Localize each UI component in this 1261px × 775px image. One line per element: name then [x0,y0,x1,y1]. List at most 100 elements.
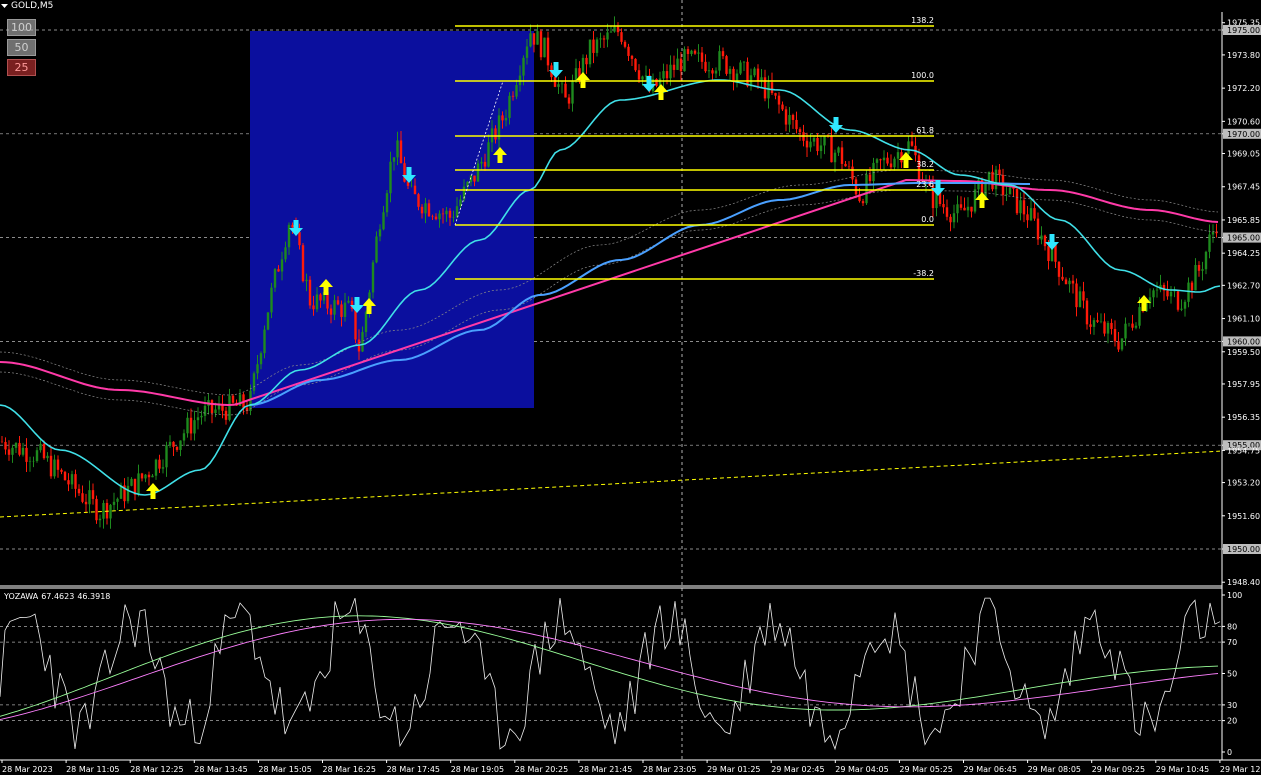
price-label-text: 1972.20 [1227,84,1260,93]
time-label: 28 Mar 23:05 [642,760,696,774]
price-label: 1956.35 [1222,413,1260,422]
oscillator-value-2: 46.3918 [77,592,111,601]
price-label: 1962.70 [1222,281,1260,290]
fib-level: 138.2 [455,16,934,27]
price-bars [0,16,1218,529]
time-label: 28 Mar 20:25 [514,760,568,774]
envelope-lower-line [0,189,1219,416]
time-label-text: 29 Mar 08:05 [1028,765,1081,774]
price-label: 1951.60 [1222,512,1260,521]
time-label: 28 Mar 17:45 [386,760,440,774]
time-label-text: 29 Mar 01:25 [707,765,760,774]
time-label-text: 28 Mar 19:05 [451,765,504,774]
price-label-text: 1948.40 [1227,578,1260,587]
fib-level-label: 61.8 [916,126,934,135]
price-label-text: 1967.45 [1227,183,1260,192]
time-label: 29 Mar 06:45 [963,760,1017,774]
price-label: 1972.20 [1222,84,1260,93]
buy-arrow-icon [576,72,590,88]
fib-level-label: 138.2 [911,16,934,25]
time-label: 29 Mar 08:05 [1027,760,1081,774]
price-label: 1961.10 [1222,315,1260,324]
price-label: 1957.95 [1222,380,1260,389]
fib-level-label: -38.2 [913,269,934,278]
fib-level-label: 38.2 [916,160,934,169]
price-label: 1950.00 [1222,544,1261,554]
time-label: 28 Mar 19:05 [450,760,504,774]
price-label-text: 1970.00 [1227,130,1260,139]
oscillator-fast-line [0,597,1221,751]
sell-arrow-icon [1045,234,1059,250]
price-label: 1954.75 [1222,446,1260,455]
price-label-text: 1960.00 [1227,337,1260,346]
time-label-text: 28 Mar 20:25 [515,765,568,774]
time-label: 28 Mar 12:25 [129,760,184,774]
oscillator-level-label: 70 [1222,638,1237,647]
time-label-text: 29 Mar 04:05 [835,765,888,774]
oscillator-level-text: 0 [1227,748,1232,757]
buy-arrow-icon [146,483,160,499]
time-label-text: 29 Mar 06:45 [964,765,1017,774]
price-label-text: 1973.80 [1227,51,1260,60]
oscillator-level-text: 100 [1227,591,1242,600]
price-label: 1953.20 [1222,479,1260,488]
buy-arrow-icon [975,192,989,208]
price-label-text: 1959.50 [1227,348,1260,357]
price-label: 1970.00 [1222,128,1261,139]
price-label-text: 1964.25 [1227,249,1260,258]
time-label-text: 28 Mar 16:25 [323,765,376,774]
price-label: 1967.45 [1222,183,1260,192]
chart-canvas[interactable]: 138.2100.061.838.223.60.0-38.21975.35197… [0,0,1261,775]
oscillator-value-1: 67.4623 [41,592,75,601]
price-label: 1960.00 [1222,336,1261,347]
time-label: 29 Mar 02:45 [770,760,825,774]
oscillator-level-label: 20 [1222,717,1237,726]
oscillator-level-text: 70 [1227,638,1237,647]
price-label: 1959.50 [1222,348,1260,357]
price-label: 1965.85 [1222,216,1260,225]
fib-level-label: 23.6 [916,180,934,189]
oscillator-level-label: 80 [1222,622,1237,631]
price-label-text: 1950.00 [1227,545,1260,554]
time-label: 28 Mar 11:05 [65,760,120,774]
price-label: 1973.80 [1222,51,1260,60]
oscillator-level-text: 80 [1227,622,1237,631]
price-label: 1975.00 [1222,25,1261,35]
oscillator-level-label: 100 [1222,591,1242,600]
price-label-text: 1951.60 [1227,512,1260,521]
price-label-text: 1969.05 [1227,150,1260,159]
price-label-text: 1965.00 [1227,234,1260,243]
time-label: 28 Mar 13:45 [193,760,248,774]
price-label-text: 1957.95 [1227,380,1260,389]
oscillator-level-label: 0 [1222,748,1232,757]
oscillator-name: YOZAWA [4,592,39,601]
time-label: 29 Mar 01:25 [706,760,761,774]
price-label: 1965.00 [1222,232,1261,243]
oscillator-level-label: 30 [1222,701,1237,710]
time-label: 29 Mar 05:25 [898,760,953,774]
time-label: 29 Mar 12:0 [1219,760,1261,774]
price-label-text: 1953.20 [1227,479,1260,488]
time-label-text: 28 Mar 17:45 [387,765,440,774]
time-label-text: 29 Mar 10:45 [1156,765,1209,774]
time-label-text: 29 Mar 09:25 [1092,765,1145,774]
price-label-text: 1975.00 [1227,26,1260,35]
oscillator-level-text: 50 [1227,670,1237,679]
oscillator-title: YOZAWA 67.4623 46.3918 [4,592,113,601]
time-label-text: 29 Mar 05:25 [899,765,952,774]
fib-level-label: 0.0 [921,215,934,224]
time-label-text: 28 Mar 23:05 [643,765,696,774]
price-label-text: 1961.10 [1227,315,1260,324]
time-label-text: 28 Mar 15:05 [258,765,311,774]
oscillator-axis-labels: 100 80 70 50 30 20 0 [1222,591,1242,757]
time-label: 29 Mar 09:25 [1091,760,1145,774]
price-axis-labels: 1975.351975.001973.801972.201970.601970.… [1222,19,1261,587]
fib-level-label: 100.0 [911,71,934,80]
long-ma-line [0,450,1221,518]
time-label: 28 Mar 2023 [1,760,53,774]
time-label-text: 28 Mar 2023 [2,765,53,774]
price-label-text: 1970.60 [1227,117,1260,126]
oscillator-level-text: 20 [1227,717,1237,726]
time-label: 29 Mar 04:05 [834,760,889,774]
time-label-text: 29 Mar 12:0 [1220,765,1261,774]
